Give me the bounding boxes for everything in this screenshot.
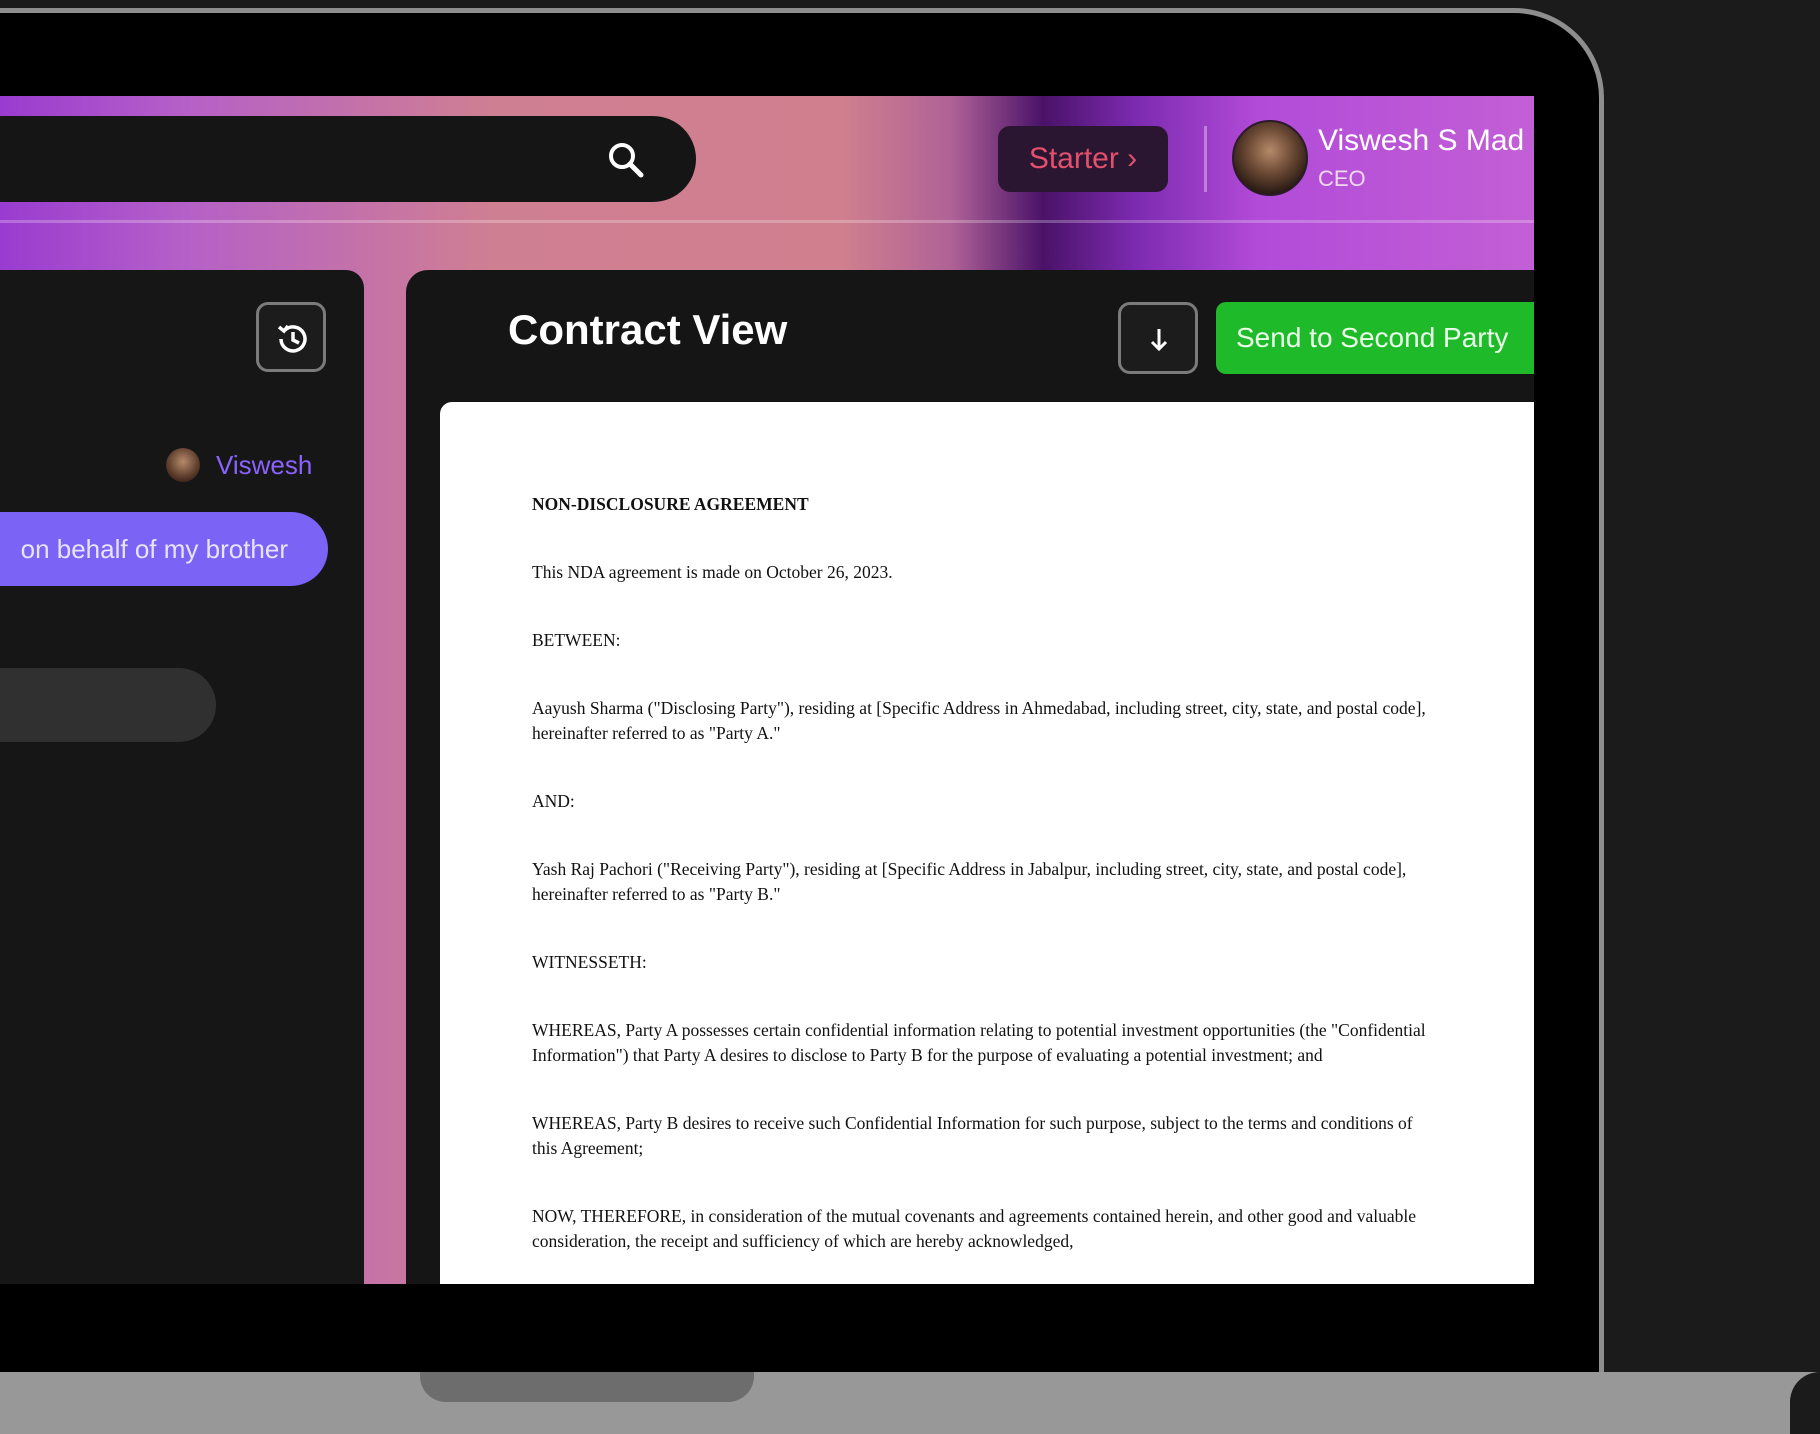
document-paragraph: WHEREAS, Party B desires to receive such… [532, 1113, 1413, 1158]
header-divider [0, 220, 1534, 223]
send-to-second-party-button[interactable]: Send to Second Party [1216, 302, 1534, 374]
document-paragraph: Yash Raj Pachori ("Receiving Party"), re… [532, 859, 1407, 904]
contract-panel: Contract View Send to Second Party NON-D… [406, 270, 1534, 1284]
document-paragraph: Aayush Sharma ("Disclosing Party"), resi… [532, 698, 1426, 743]
laptop-notch [420, 1372, 754, 1402]
download-button[interactable] [1118, 302, 1198, 374]
chat-avatar [166, 448, 200, 482]
chat-panel: Viswesh on behalf of my brother r [0, 270, 364, 1284]
document-paragraph: WITNESSETH: [532, 952, 647, 972]
chat-sender-name: Viswesh [216, 450, 313, 480]
search-input[interactable] [0, 116, 696, 202]
user-role: CEO [1318, 166, 1366, 191]
document-paragraph: This NDA agreement is made on October 26… [532, 562, 893, 582]
document-paragraph: NOW, THEREFORE, in consideration of the … [532, 1206, 1416, 1251]
download-icon [1150, 329, 1168, 352]
avatar[interactable] [1232, 120, 1308, 196]
document-paragraph: AND: [532, 791, 575, 811]
document-body: NON-DISCLOSURE AGREEMENT This NDA agreem… [532, 492, 1442, 1284]
document-paragraph: WHEREAS, Party A possesses certain confi… [532, 1020, 1426, 1065]
user-name: Viswesh S Mad [1318, 124, 1525, 157]
header-divider-vertical [1204, 126, 1207, 192]
app-screen: Starter › Viswesh S Mad CEO Viswesh on b… [0, 96, 1534, 1284]
contract-document[interactable]: NON-DISCLOSURE AGREEMENT This NDA agreem… [440, 402, 1534, 1284]
chat-message-bubble: on behalf of my brother [0, 512, 328, 586]
history-button[interactable] [256, 302, 326, 372]
plan-button[interactable]: Starter › [998, 126, 1168, 192]
chat-input[interactable]: r [0, 668, 216, 742]
history-icon [277, 324, 307, 353]
page-title: Contract View [508, 306, 788, 353]
laptop-base [0, 1372, 1820, 1434]
search-icon[interactable] [606, 140, 646, 180]
document-paragraph: BETWEEN: [532, 630, 621, 650]
document-heading: NON-DISCLOSURE AGREEMENT [532, 494, 809, 514]
